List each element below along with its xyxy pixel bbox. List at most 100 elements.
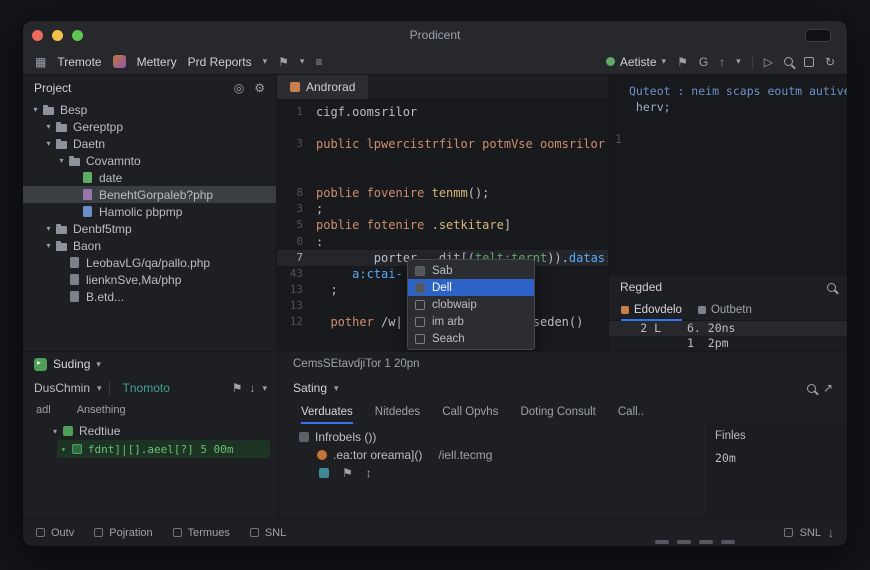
- project-tree-item[interactable]: date: [23, 169, 276, 186]
- download-icon[interactable]: ↓: [828, 527, 834, 539]
- variables-tab[interactable]: Call Opvhs: [442, 400, 498, 423]
- code-line: [277, 153, 608, 169]
- code-line: [277, 169, 608, 185]
- variables-tab[interactable]: Verduates: [301, 400, 353, 423]
- sync-icon[interactable]: ↻: [825, 56, 835, 68]
- chevron-down-icon[interactable]: ▾: [53, 427, 57, 436]
- code-editor[interactable]: 1cigf.oomsrilor3public lpwercistrfilor p…: [277, 99, 608, 351]
- locate-icon[interactable]: ◎: [234, 82, 244, 94]
- variable-row[interactable]: .ea:tor oreama]()/iell.tecmg: [279, 446, 704, 464]
- chevron-down-icon[interactable]: ▾: [300, 57, 305, 66]
- project-tree-item[interactable]: ▾Denbf5tmp: [23, 220, 276, 237]
- editor-tab[interactable]: Androrad: [277, 75, 368, 99]
- chevron-down-icon[interactable]: ▾: [42, 122, 55, 131]
- project-tree-item[interactable]: ▾Gereptpp: [23, 118, 276, 135]
- chevron-down-icon[interactable]: ▾: [42, 139, 55, 148]
- project-tree-item[interactable]: lienknSve,Ma/php: [23, 271, 276, 288]
- regded-row[interactable]: 1 2pm: [609, 336, 847, 351]
- letter-g-icon[interactable]: G: [699, 56, 708, 68]
- chevron-down-icon[interactable]: ▾: [97, 384, 102, 393]
- variables-tab[interactable]: Nitdedes: [375, 400, 420, 423]
- project-tree-item[interactable]: LeobavLG/qa/pallo.php: [23, 254, 276, 271]
- bookmark-icon[interactable]: ⚑: [278, 56, 289, 68]
- regded-tab[interactable]: Outbetn: [698, 299, 752, 320]
- play-icon[interactable]: ▷: [764, 56, 773, 68]
- close-button[interactable]: [32, 30, 43, 41]
- menu-mettery[interactable]: Mettery: [137, 55, 177, 69]
- right-column: Quteot : neim scaps eoutm autive herv;1 …: [609, 75, 847, 351]
- statusbar-right[interactable]: SNL ↓: [784, 527, 834, 539]
- completion-item[interactable]: clobwaip: [408, 296, 534, 313]
- updown-icon[interactable]: ↕: [366, 467, 372, 479]
- statusbar-item[interactable]: Termues: [173, 527, 230, 539]
- menu-prd-reports[interactable]: Prd Reports: [188, 55, 252, 69]
- completion-item[interactable]: Dell: [408, 279, 534, 296]
- document-icon[interactable]: [319, 468, 329, 478]
- chevron-down-icon[interactable]: ▾: [55, 156, 68, 165]
- variables-body: Infrobels ()).ea:tor oreama]()/iell.tecm…: [279, 424, 847, 518]
- variables-tab[interactable]: Doting Consult: [520, 400, 595, 423]
- completion-item[interactable]: Seach: [408, 330, 534, 347]
- project-grid-icon[interactable]: ▦: [35, 56, 46, 68]
- frame-icon: [72, 444, 82, 454]
- regded-rows: 2 L6. 20ns1 2pm: [609, 321, 847, 351]
- line-number: 13: [277, 282, 303, 298]
- settings-icon[interactable]: [804, 57, 814, 67]
- project-tree-item[interactable]: ▾Baon: [23, 237, 276, 254]
- chevron-down-icon[interactable]: ▾: [42, 241, 55, 250]
- chevron-down-icon[interactable]: ▾: [263, 57, 268, 66]
- frame-row[interactable]: ▾Redtiue: [23, 422, 278, 440]
- debug-tab-row: Suding ▾: [23, 352, 278, 376]
- chevron-down-icon[interactable]: ▾: [61, 445, 66, 454]
- chevron-down-icon[interactable]: ▾: [42, 224, 55, 233]
- doc-line: [615, 115, 847, 131]
- minimize-button[interactable]: [52, 30, 63, 41]
- settings-gear-icon[interactable]: ⚙: [254, 82, 265, 94]
- project-tree-item[interactable]: ▾Daetn: [23, 135, 276, 152]
- search-icon[interactable]: [827, 283, 836, 292]
- zoom-button[interactable]: [72, 30, 83, 41]
- project-tree-item[interactable]: B.etd...: [23, 288, 276, 305]
- window-title: Prodicent: [23, 28, 847, 42]
- chevron-down-icon[interactable]: ▾: [29, 105, 42, 114]
- thread-dropdown[interactable]: DusChmin: [34, 381, 90, 395]
- flag-icon[interactable]: ⚑: [677, 56, 688, 68]
- completion-popup: SabDellclobwaipim arbSeach: [407, 259, 535, 350]
- variables-title[interactable]: Sating: [293, 381, 327, 395]
- frame-row[interactable]: ▾fdnt]|[].aeel[?] 5 00m: [57, 440, 270, 458]
- statusbar-item[interactable]: Pojration: [94, 527, 152, 539]
- search-icon[interactable]: [807, 384, 816, 393]
- project-tree-item[interactable]: BenehtGorpaleb?php: [23, 186, 276, 203]
- chevron-down-icon[interactable]: ▾: [334, 384, 339, 393]
- upload-icon[interactable]: ↑: [719, 56, 725, 68]
- regded-tab[interactable]: Edovdelo: [621, 299, 682, 320]
- regded-row[interactable]: 2 L6. 20ns: [609, 321, 847, 336]
- download-icon[interactable]: ↓: [249, 382, 255, 394]
- statusbar-item[interactable]: SNL: [250, 527, 286, 539]
- chevron-down-icon[interactable]: ▾: [262, 384, 267, 393]
- variables-tab[interactable]: Call..: [618, 400, 644, 423]
- bookmark-icon[interactable]: ⚑: [342, 467, 353, 479]
- expand-icon[interactable]: ↗: [823, 382, 833, 394]
- project-tree-item[interactable]: Hamolic pbpmp: [23, 203, 276, 220]
- titlebar-widget[interactable]: [805, 29, 831, 42]
- chevron-down-icon[interactable]: ▾: [736, 57, 741, 66]
- hamburger-menu-icon[interactable]: ≡: [315, 56, 322, 68]
- search-icon[interactable]: [784, 57, 793, 66]
- menu-tremote[interactable]: Tremote: [57, 55, 101, 69]
- tree-item-label: Hamolic pbpmp: [99, 205, 182, 219]
- completion-item[interactable]: Sab: [408, 262, 534, 279]
- regded-tab-label: Outbetn: [711, 304, 752, 316]
- debug-toolbar-row: DusChmin ▾ Tnomoto ⚑ ↓ ▾: [23, 376, 278, 400]
- plugin-icon[interactable]: [113, 55, 126, 68]
- statusbar-item[interactable]: Outv: [36, 527, 74, 539]
- completion-item[interactable]: im arb: [408, 313, 534, 330]
- project-tree-item[interactable]: ▾Besp: [23, 101, 276, 118]
- project-tree-item[interactable]: ▾Covamnto: [23, 152, 276, 169]
- chevron-down-icon[interactable]: ▾: [96, 360, 101, 369]
- variable-row[interactable]: Infrobels ()): [279, 428, 704, 446]
- pin-icon[interactable]: ⚑: [232, 382, 243, 394]
- tab-icon: [698, 306, 706, 314]
- run-config-selector[interactable]: Aetiste ▾: [606, 55, 666, 69]
- tool-window-tab[interactable]: Suding: [53, 357, 90, 371]
